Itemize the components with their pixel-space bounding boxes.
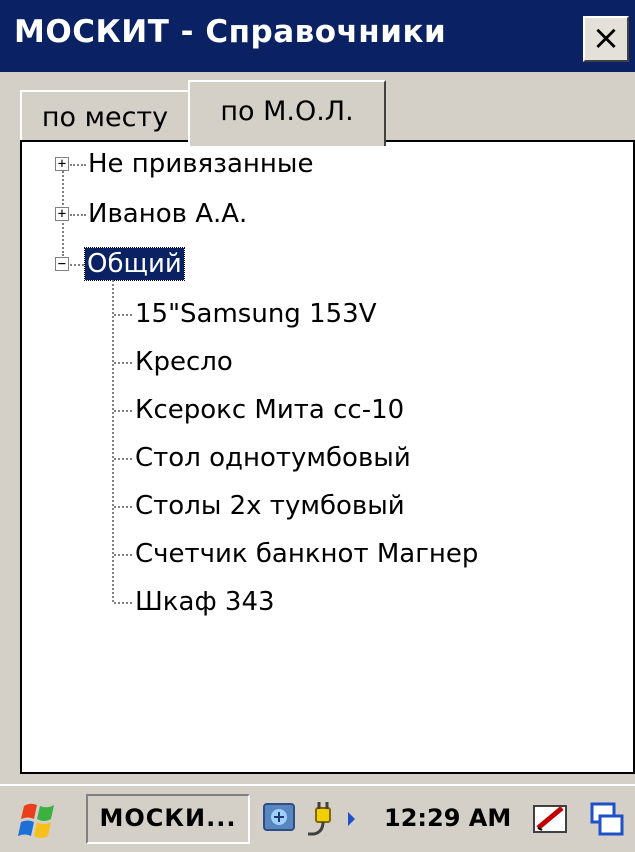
expand-icon[interactable]: + [55, 157, 69, 171]
tree-leaf-item[interactable]: Счетчик банкнот Магнер [135, 538, 478, 570]
tree-node-unassigned[interactable]: Не привязанные [88, 148, 313, 180]
tree-connector [114, 410, 132, 412]
tab-by-mol[interactable]: по М.О.Л. [188, 80, 386, 146]
tree-connector [114, 458, 132, 460]
title-bar: МОСКИТ - Справочники × [0, 0, 635, 72]
tree-leaf-item[interactable]: Ксерокс Мита сс-10 [135, 394, 404, 426]
collapse-icon[interactable]: − [55, 257, 69, 271]
input-pen-icon[interactable] [532, 800, 570, 838]
expand-icon[interactable]: + [55, 207, 69, 221]
arrow-right-icon [348, 812, 355, 826]
start-flag-icon[interactable] [18, 800, 62, 840]
windows-switch-icon[interactable] [590, 800, 628, 838]
tree-connector [114, 554, 132, 556]
network-icon[interactable] [262, 800, 300, 838]
tree-node-ivanov[interactable]: Иванов А.А. [88, 198, 247, 230]
tree-leaf-item[interactable]: 15"Samsung 153V [135, 298, 377, 330]
tree-leaf-item[interactable]: Кресло [135, 346, 233, 378]
tree-connector [114, 506, 132, 508]
tree-connector [114, 314, 132, 316]
tree-leaf-item[interactable]: Столы 2х тумбовый [135, 490, 405, 522]
tree-connector [114, 362, 132, 364]
task-button-moskit[interactable]: МОСКИ... [86, 794, 250, 844]
clock[interactable]: 12:29 AM [384, 804, 511, 832]
close-icon: × [591, 18, 621, 58]
tree-connector [70, 214, 86, 216]
taskbar: МОСКИ... 12:29 AM [0, 784, 635, 852]
tree-connector [70, 264, 84, 266]
tree-leaf-item[interactable]: Шкаф 343 [135, 586, 275, 618]
window-title: МОСКИТ - Справочники [14, 14, 447, 50]
tree-leaf-item[interactable]: Стол однотумбовый [135, 442, 411, 474]
tree-connector [70, 164, 86, 166]
close-button[interactable]: × [583, 16, 629, 62]
tree-view[interactable]: + Не привязанные + Иванов А.А. − Общий 1… [20, 140, 635, 774]
tab-by-place[interactable]: по месту [20, 90, 190, 142]
tab-strip: по месту по М.О.Л. [0, 72, 635, 146]
power-plug-icon[interactable] [306, 800, 344, 838]
tree-node-common[interactable]: Общий [84, 247, 185, 281]
tree-connector [114, 602, 132, 604]
